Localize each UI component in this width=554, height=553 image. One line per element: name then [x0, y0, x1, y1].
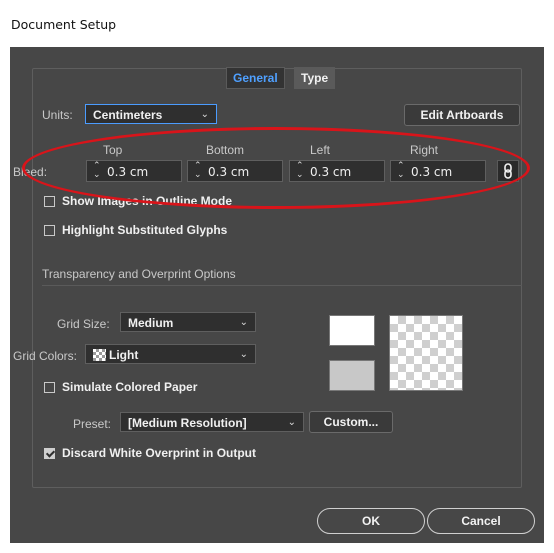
- bleed-left-header: Left: [310, 143, 331, 157]
- link-bleed-button[interactable]: [497, 160, 519, 182]
- discard-white-checkbox[interactable]: [44, 448, 55, 459]
- tab-general[interactable]: General: [226, 67, 285, 89]
- chevron-down-icon: ⌄: [239, 317, 248, 328]
- show-images-outline-checkbox[interactable]: [44, 196, 55, 207]
- preset-select[interactable]: [Medium Resolution] ⌄: [120, 412, 304, 432]
- simulate-paper-checkbox[interactable]: [44, 382, 55, 393]
- units-select[interactable]: Centimeters ⌄: [85, 104, 217, 124]
- chevron-down-icon: ⌄: [239, 349, 248, 360]
- bleed-top-input[interactable]: ⌃ ⌄ 0.3 cm: [86, 160, 182, 182]
- bleed-bottom-header: Bottom: [206, 143, 245, 157]
- updown-arrows-icon[interactable]: ⌃ ⌄: [397, 162, 405, 180]
- dialog-body: General Type Units: Centimeters ⌄ Edit A…: [10, 47, 544, 543]
- discard-white-label[interactable]: Discard White Overprint in Output: [62, 446, 256, 460]
- grid-colors-select[interactable]: Light ⌄: [85, 344, 256, 364]
- chevron-down-icon: ⌄: [200, 109, 209, 120]
- title-bar: Document Setup: [0, 0, 554, 47]
- transparency-section-title: Transparency and Overprint Options: [42, 267, 236, 281]
- grid-preview: [389, 315, 463, 391]
- simulate-paper-label[interactable]: Simulate Colored Paper: [62, 380, 197, 394]
- chain-link-icon: [504, 163, 512, 179]
- updown-arrows-icon[interactable]: ⌃ ⌄: [93, 162, 101, 180]
- grid-size-select[interactable]: Medium ⌄: [120, 312, 256, 332]
- tab-type[interactable]: Type: [294, 67, 336, 89]
- cancel-button[interactable]: Cancel: [427, 508, 535, 534]
- bleed-right-input[interactable]: ⌃ ⌄ 0.3 cm: [390, 160, 486, 182]
- custom-button[interactable]: Custom...: [309, 411, 393, 433]
- bleed-left-input[interactable]: ⌃ ⌄ 0.3 cm: [289, 160, 385, 182]
- highlight-glyphs-label[interactable]: Highlight Substituted Glyphs: [62, 223, 227, 237]
- grid-size-value: Medium: [128, 316, 174, 330]
- edit-artboards-button[interactable]: Edit Artboards: [404, 104, 520, 126]
- grid-colors-label: Grid Colors:: [13, 349, 78, 363]
- chevron-down-icon: ⌄: [287, 417, 296, 428]
- updown-arrows-icon[interactable]: ⌃ ⌄: [194, 162, 202, 180]
- grid-color-swatch-dark[interactable]: [329, 360, 375, 391]
- bleed-top-value: 0.3 cm: [107, 165, 149, 179]
- highlight-glyphs-checkbox[interactable]: [44, 225, 55, 236]
- bleed-left-value: 0.3 cm: [310, 165, 352, 179]
- show-images-outline-label[interactable]: Show Images in Outline Mode: [62, 194, 232, 208]
- checkerboard-icon: [93, 349, 106, 361]
- units-label: Units:: [42, 108, 73, 122]
- section-divider: [42, 285, 522, 286]
- bleed-bottom-value: 0.3 cm: [208, 165, 250, 179]
- grid-color-swatch-light[interactable]: [329, 315, 375, 346]
- bleed-right-header: Right: [410, 143, 439, 157]
- updown-arrows-icon[interactable]: ⌃ ⌄: [296, 162, 304, 180]
- grid-size-label: Grid Size:: [57, 317, 110, 331]
- bleed-right-value: 0.3 cm: [411, 165, 453, 179]
- bleed-label: Bleed:: [13, 165, 48, 179]
- ok-button[interactable]: OK: [317, 508, 425, 534]
- bleed-top-header: Top: [103, 143, 123, 157]
- bleed-bottom-input[interactable]: ⌃ ⌄ 0.3 cm: [187, 160, 283, 182]
- preset-label: Preset:: [73, 417, 112, 431]
- preset-value: [Medium Resolution]: [128, 416, 247, 430]
- window-title: Document Setup: [11, 17, 117, 32]
- units-value: Centimeters: [93, 108, 163, 122]
- grid-colors-value: Light: [109, 348, 139, 362]
